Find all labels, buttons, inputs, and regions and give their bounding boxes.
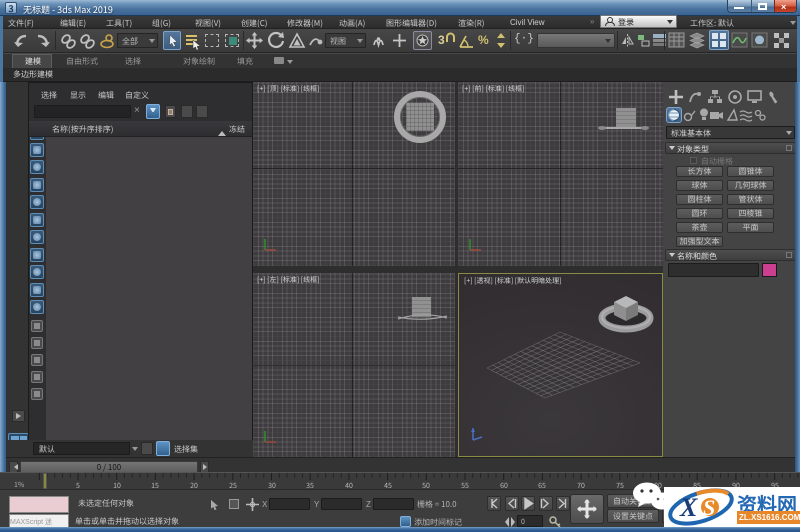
svg-text:S: S bbox=[703, 495, 715, 520]
svg-text:X: X bbox=[679, 493, 698, 522]
